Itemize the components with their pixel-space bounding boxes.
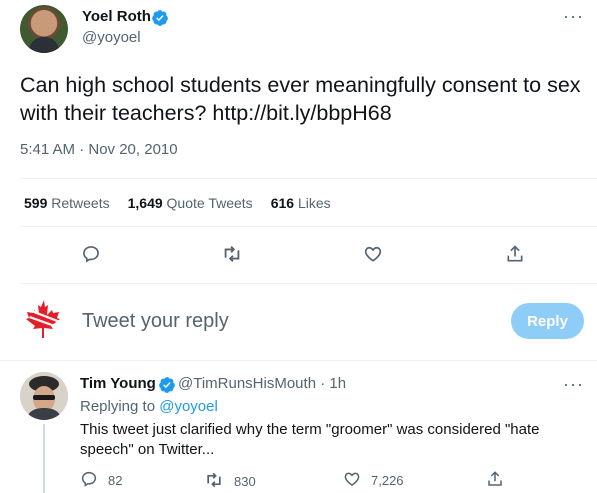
reply-share-action[interactable] xyxy=(486,470,504,491)
thread-line xyxy=(43,424,45,493)
replying-to-prefix: Replying to xyxy=(80,398,160,415)
more-icon[interactable]: ··· xyxy=(563,6,584,27)
replying-to: Replying to @yoyoel xyxy=(80,398,218,415)
divider xyxy=(20,178,597,179)
reply-author-avatar[interactable] xyxy=(20,372,68,420)
tweet-text: Can high school students ever meaningful… xyxy=(20,73,581,125)
reply-like-action[interactable]: 7,226 xyxy=(343,470,404,491)
divider xyxy=(20,283,597,284)
retweet-icon[interactable] xyxy=(221,243,243,265)
tweet-timestamp[interactable]: 5:41 AM · Nov 20, 2010 xyxy=(20,141,178,158)
replying-to-mention[interactable]: @yoyoel xyxy=(159,398,218,415)
share-icon[interactable] xyxy=(504,243,526,265)
author-handle[interactable]: @yoyoel xyxy=(82,29,141,46)
like-icon[interactable] xyxy=(362,243,384,265)
author-name[interactable]: Yoel Roth xyxy=(82,8,151,25)
reply-button[interactable]: Reply xyxy=(511,303,584,339)
likes-stat[interactable]: 616 Likes xyxy=(271,195,331,211)
reply-reply-action[interactable]: 82 xyxy=(80,470,122,491)
share-icon xyxy=(486,470,504,491)
verified-icon xyxy=(158,376,176,399)
reply-text: This tweet just clarified why the term "… xyxy=(80,421,540,458)
verified-icon xyxy=(151,9,169,32)
reply-retweet-action[interactable]: 830 xyxy=(204,470,256,493)
like-icon xyxy=(343,470,361,491)
retweets-stat[interactable]: 599 Retweets xyxy=(24,195,110,211)
reply-count: 82 xyxy=(108,473,123,488)
tweet-stats: 599 Retweets 1,649 Quote Tweets 616 Like… xyxy=(24,195,331,211)
reply-icon[interactable] xyxy=(80,243,102,265)
divider xyxy=(20,226,597,227)
reply-author-handle[interactable]: @TimRunsHisMouth · 1h xyxy=(178,375,346,392)
retweet-icon xyxy=(204,470,224,493)
retweet-count: 830 xyxy=(234,474,256,489)
maple-leaf-icon xyxy=(20,296,68,344)
divider xyxy=(0,360,597,361)
more-icon[interactable]: ··· xyxy=(563,374,584,395)
reply-input[interactable]: Tweet your reply xyxy=(82,310,229,333)
author-avatar[interactable] xyxy=(20,5,68,53)
quote-tweets-stat[interactable]: 1,649 Quote Tweets xyxy=(128,195,253,211)
like-count: 7,226 xyxy=(371,473,404,488)
reply-author-name[interactable]: Tim Young xyxy=(80,375,156,392)
reply-icon xyxy=(80,470,98,491)
